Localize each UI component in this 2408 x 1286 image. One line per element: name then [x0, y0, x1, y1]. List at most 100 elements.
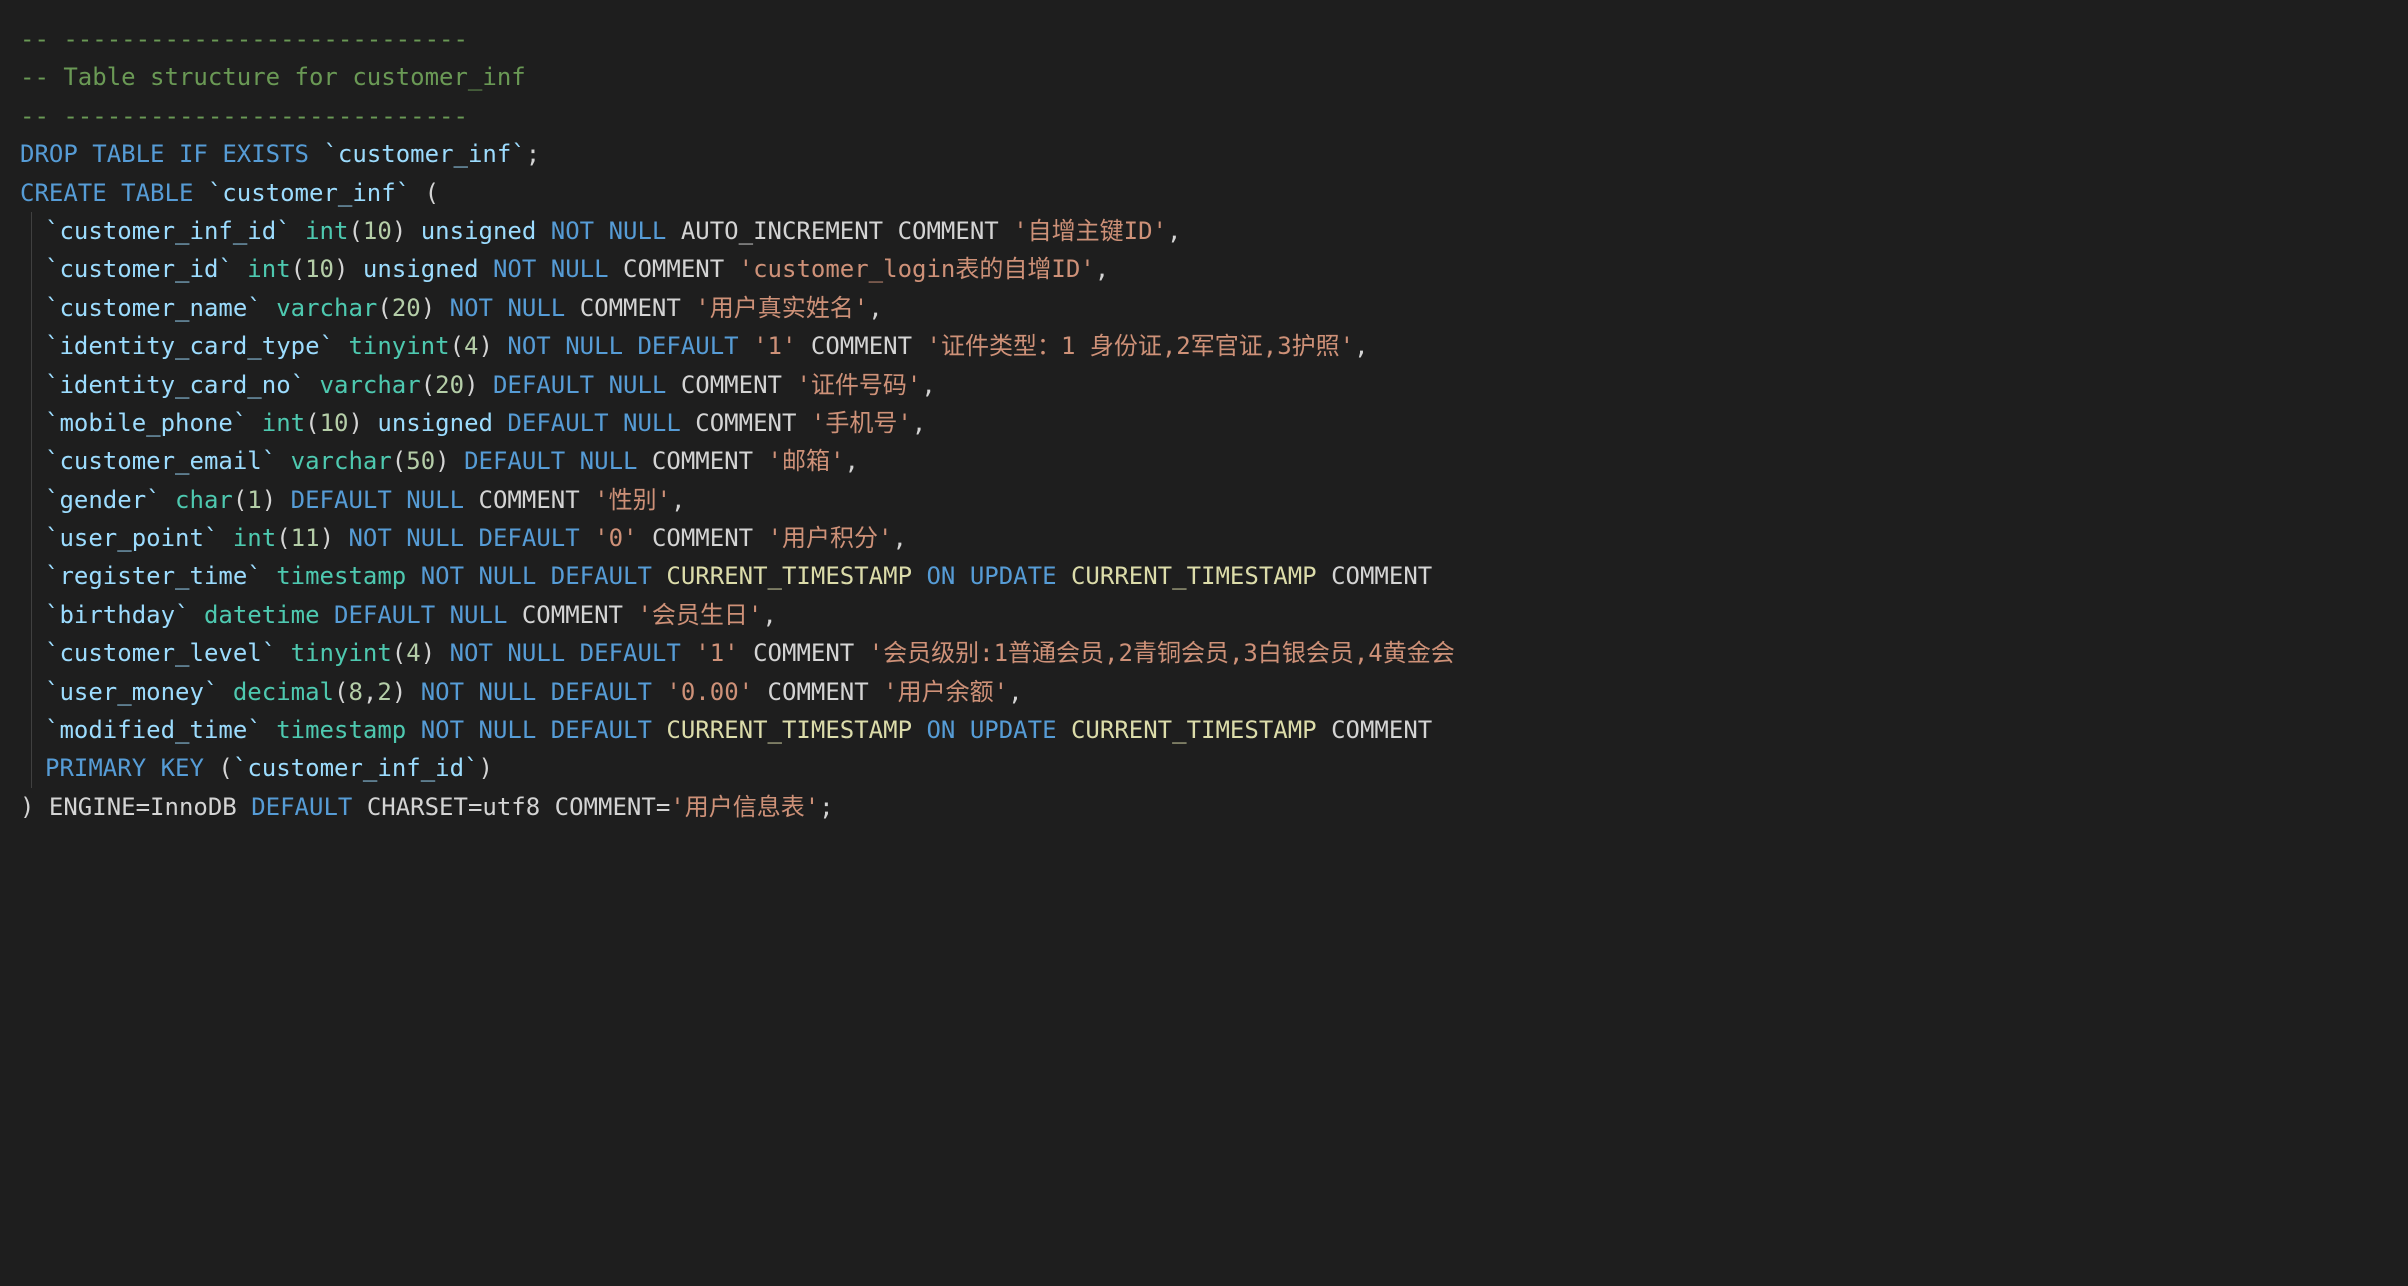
- keyword-exists: EXISTS: [222, 140, 309, 168]
- code-line-4[interactable]: DROP TABLE IF EXISTS `customer_inf`;: [20, 135, 2388, 173]
- keyword-default: DEFAULT: [464, 447, 565, 475]
- comment-keyword: COMMENT: [623, 255, 724, 283]
- keyword-null: NULL: [609, 217, 667, 245]
- number: 20: [392, 294, 421, 322]
- keyword-table: TABLE: [121, 179, 193, 207]
- keyword-null: NULL: [450, 601, 508, 629]
- column-name: `customer_level`: [45, 639, 276, 667]
- data-type: decimal: [233, 678, 334, 706]
- keyword-null: NULL: [479, 562, 537, 590]
- column-name: `customer_email`: [45, 447, 276, 475]
- keyword-create: CREATE: [20, 179, 107, 207]
- keyword-default: DEFAULT: [493, 371, 594, 399]
- number: 50: [406, 447, 435, 475]
- column-name: `mobile_phone`: [45, 409, 247, 437]
- data-type: tinyint: [291, 639, 392, 667]
- modifier: unsigned: [421, 217, 537, 245]
- keyword-null: NULL: [406, 524, 464, 552]
- keyword-null: NULL: [479, 716, 537, 744]
- column-name: `user_money`: [45, 678, 218, 706]
- comment-keyword: COMMENT: [768, 678, 869, 706]
- code-line-1[interactable]: -- ----------------------------: [20, 20, 2388, 58]
- keyword-null: NULL: [623, 409, 681, 437]
- default-value: '0': [594, 524, 637, 552]
- comment-keyword: COMMENT: [681, 371, 782, 399]
- keyword-default: DEFAULT: [580, 639, 681, 667]
- comment-string: '会员生日': [637, 601, 762, 629]
- number: 10: [305, 255, 334, 283]
- function-call: CURRENT_TIMESTAMP: [666, 562, 912, 590]
- keyword-not: NOT: [450, 639, 493, 667]
- keyword-drop: DROP: [20, 140, 78, 168]
- comment-keyword: COMMENT: [522, 601, 623, 629]
- keyword-primary: PRIMARY: [45, 754, 146, 782]
- number: 10: [320, 409, 349, 437]
- code-line-19[interactable]: `modified_time` timestamp NOT NULL DEFAU…: [31, 711, 2388, 749]
- table-identifier: `customer_inf`: [323, 140, 525, 168]
- code-line-6[interactable]: `customer_inf_id` int(10) unsigned NOT N…: [31, 212, 2388, 250]
- comment-keyword: COMMENT: [753, 639, 854, 667]
- keyword-if: IF: [179, 140, 208, 168]
- code-editor[interactable]: -- ---------------------------- -- Table …: [20, 20, 2388, 826]
- comment-string: '邮箱': [768, 447, 845, 475]
- code-line-13[interactable]: `gender` char(1) DEFAULT NULL COMMENT '性…: [31, 481, 2388, 519]
- comment-string: '证件类型：1 身份证,2军官证,3护照': [927, 332, 1355, 360]
- data-type: varchar: [320, 371, 421, 399]
- comment-keyword: COMMENT: [580, 294, 681, 322]
- code-line-15[interactable]: `register_time` timestamp NOT NULL DEFAU…: [31, 557, 2388, 595]
- function-call: CURRENT_TIMESTAMP: [666, 716, 912, 744]
- code-line-5[interactable]: CREATE TABLE `customer_inf` (: [20, 174, 2388, 212]
- keyword-null: NULL: [609, 371, 667, 399]
- code-line-18[interactable]: `user_money` decimal(8,2) NOT NULL DEFAU…: [31, 673, 2388, 711]
- keyword-key: KEY: [161, 754, 204, 782]
- keyword-default: DEFAULT: [334, 601, 435, 629]
- code-line-21[interactable]: ) ENGINE=InnoDB DEFAULT CHARSET=utf8 COM…: [20, 788, 2388, 826]
- keyword-null: NULL: [507, 294, 565, 322]
- comment-keyword: COMMENT: [811, 332, 912, 360]
- comment-string: '用户积分': [768, 524, 893, 552]
- keyword-default: DEFAULT: [479, 524, 580, 552]
- keyword-default: DEFAULT: [551, 716, 652, 744]
- code-line-10[interactable]: `identity_card_no` varchar(20) DEFAULT N…: [31, 366, 2388, 404]
- code-line-7[interactable]: `customer_id` int(10) unsigned NOT NULL …: [31, 250, 2388, 288]
- code-line-8[interactable]: `customer_name` varchar(20) NOT NULL COM…: [31, 289, 2388, 327]
- comment: -- Table structure for customer_inf: [20, 63, 526, 91]
- column-name: `gender`: [45, 486, 161, 514]
- code-line-16[interactable]: `birthday` datetime DEFAULT NULL COMMENT…: [31, 596, 2388, 634]
- keyword-update: UPDATE: [970, 562, 1057, 590]
- number: 4: [406, 639, 420, 667]
- code-line-20[interactable]: PRIMARY KEY (`customer_inf_id`): [31, 749, 2388, 787]
- column-name: `register_time`: [45, 562, 262, 590]
- comment-string: '用户真实姓名': [695, 294, 868, 322]
- keyword-null: NULL: [580, 447, 638, 475]
- code-line-3[interactable]: -- ----------------------------: [20, 97, 2388, 135]
- code-line-11[interactable]: `mobile_phone` int(10) unsigned DEFAULT …: [31, 404, 2388, 442]
- keyword-not: NOT: [493, 255, 536, 283]
- keyword-on: ON: [926, 716, 955, 744]
- pk-column: `customer_inf_id`: [233, 754, 479, 782]
- charset-clause: CHARSET=utf8: [367, 793, 540, 821]
- column-name: `identity_card_type`: [45, 332, 334, 360]
- modifier: unsigned: [377, 409, 493, 437]
- comment-keyword: COMMENT: [652, 524, 753, 552]
- number: 8: [348, 678, 362, 706]
- keyword-null: NULL: [565, 332, 623, 360]
- code-line-12[interactable]: `customer_email` varchar(50) DEFAULT NUL…: [31, 442, 2388, 480]
- code-line-9[interactable]: `identity_card_type` tinyint(4) NOT NULL…: [31, 327, 2388, 365]
- code-line-17[interactable]: `customer_level` tinyint(4) NOT NULL DEF…: [31, 634, 2388, 672]
- comment: -- ----------------------------: [20, 102, 468, 130]
- data-type: int: [247, 255, 290, 283]
- data-type: int: [233, 524, 276, 552]
- code-line-2[interactable]: -- Table structure for customer_inf: [20, 58, 2388, 96]
- data-type: datetime: [204, 601, 320, 629]
- comment-string: '会员级别:1普通会员,2青铜会员,3白银会员,4黄金会: [869, 639, 1455, 667]
- column-name: `customer_name`: [45, 294, 262, 322]
- code-line-14[interactable]: `user_point` int(11) NOT NULL DEFAULT '0…: [31, 519, 2388, 557]
- keyword-update: UPDATE: [970, 716, 1057, 744]
- keyword-not: NOT: [507, 332, 550, 360]
- comment-keyword: COMMENT: [695, 409, 796, 437]
- keyword-not: NOT: [421, 678, 464, 706]
- comment-string: '证件号码': [796, 371, 921, 399]
- column-name: `customer_id`: [45, 255, 233, 283]
- comment-keyword: COMMENT: [1331, 716, 1432, 744]
